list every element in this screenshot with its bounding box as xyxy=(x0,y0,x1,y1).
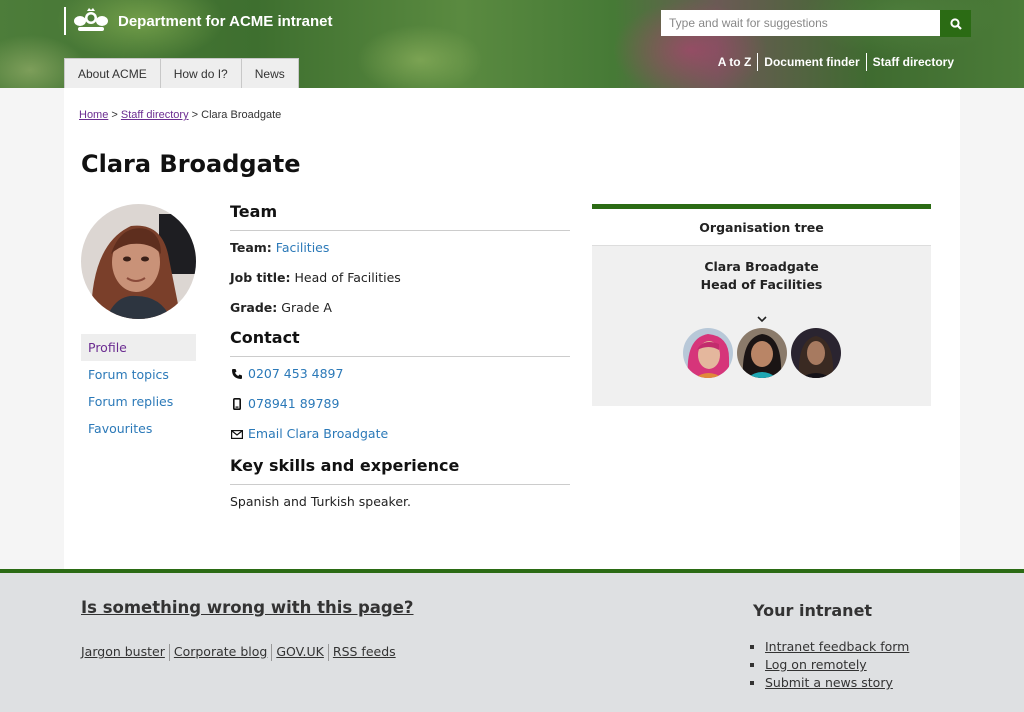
contact-heading: Contact xyxy=(230,328,570,357)
profile-details: Team Team: Facilities Job title: Head of… xyxy=(230,202,570,509)
log-on-remotely-link[interactable]: Log on remotely xyxy=(765,657,867,672)
page-title: Clara Broadgate xyxy=(81,150,301,178)
site-header: Department for ACME intranet About ACME … xyxy=(0,0,1024,88)
sidenav-forum-topics[interactable]: Forum topics xyxy=(81,361,196,388)
job-title-label: Job title: xyxy=(230,270,291,285)
avatar xyxy=(81,204,196,319)
profile-sidenav: Profile Forum topics Forum replies Favou… xyxy=(81,334,196,442)
email-link[interactable]: Email Clara Broadgate xyxy=(248,426,388,442)
grade-label: Grade: xyxy=(230,300,278,315)
sidenav-favourites[interactable]: Favourites xyxy=(81,415,196,442)
crest-icon xyxy=(74,8,108,31)
mobile-row: 078941 89789 xyxy=(230,396,570,426)
search-button[interactable] xyxy=(940,10,971,37)
chevron-down-icon[interactable] xyxy=(592,308,931,323)
staff-directory-link[interactable]: Staff directory xyxy=(867,53,960,71)
site-title: Department for ACME intranet xyxy=(118,12,333,30)
jargon-buster-link[interactable]: Jargon buster xyxy=(81,643,169,661)
list-item: Log on remotely xyxy=(765,656,909,674)
direct-report-avatar[interactable] xyxy=(736,328,787,378)
direct-reports xyxy=(592,328,931,378)
tab-about-acme[interactable]: About ACME xyxy=(64,58,161,88)
team-link[interactable]: Facilities xyxy=(276,240,330,255)
org-tree-person-title: Head of Facilities xyxy=(700,277,823,292)
report-problem-link[interactable]: Is something wrong with this page? xyxy=(81,598,414,617)
submit-news-story-link[interactable]: Submit a news story xyxy=(765,675,893,690)
email-row: Email Clara Broadgate xyxy=(230,426,570,456)
document-finder-link[interactable]: Document finder xyxy=(758,53,865,71)
search-input[interactable] xyxy=(661,10,940,36)
search-bar xyxy=(661,10,971,37)
breadcrumb-current: Clara Broadgate xyxy=(201,109,282,121)
breadcrumb: Home > Staff directory > Clara Broadgate xyxy=(79,109,281,121)
footer-links: Jargon buster Corporate blog GOV.UK RSS … xyxy=(81,643,400,661)
sidenav-forum-replies[interactable]: Forum replies xyxy=(81,388,196,415)
job-title-row: Job title: Head of Facilities xyxy=(230,270,570,300)
breadcrumb-separator: > xyxy=(111,109,118,121)
site-logo[interactable]: Department for ACME intranet xyxy=(64,6,332,36)
team-label: Team: xyxy=(230,240,272,255)
tab-news[interactable]: News xyxy=(241,58,299,88)
breadcrumb-separator: > xyxy=(191,109,199,121)
direct-report-avatar[interactable] xyxy=(790,328,841,378)
rss-feeds-link[interactable]: RSS feeds xyxy=(329,643,400,661)
breadcrumb-staff-directory[interactable]: Staff directory xyxy=(121,109,189,121)
mobile-icon xyxy=(230,396,244,412)
your-intranet-heading: Your intranet xyxy=(753,601,873,620)
skills-text: Spanish and Turkish speaker. xyxy=(230,494,411,509)
mobile-link[interactable]: 078941 89789 xyxy=(248,396,339,412)
sidenav-profile[interactable]: Profile xyxy=(81,334,196,361)
org-tree-title: Organisation tree xyxy=(592,209,931,246)
grade-row: Grade: Grade A xyxy=(230,300,570,328)
team-row: Team: Facilities xyxy=(230,240,570,270)
breadcrumb-home[interactable]: Home xyxy=(79,109,108,121)
utility-links: A to Z Document finder Staff directory xyxy=(712,53,960,71)
phone-icon xyxy=(230,366,244,382)
your-intranet-list: Intranet feedback form Log on remotely S… xyxy=(765,638,909,692)
list-item: Submit a news story xyxy=(765,674,909,692)
logo-divider xyxy=(64,7,66,35)
main-nav: About ACME How do I? News xyxy=(64,58,299,88)
phone-link[interactable]: 0207 453 4897 xyxy=(248,366,343,382)
org-tree-person: Clara Broadgate Head of Facilities xyxy=(592,258,931,294)
a-to-z-link[interactable]: A to Z xyxy=(712,53,758,71)
envelope-icon xyxy=(230,426,244,442)
profile-photo xyxy=(81,204,196,319)
gov-uk-link[interactable]: GOV.UK xyxy=(272,643,328,661)
list-item: Intranet feedback form xyxy=(765,638,909,656)
phone-row: 0207 453 4897 xyxy=(230,366,570,396)
corporate-blog-link[interactable]: Corporate blog xyxy=(170,643,271,661)
grade-value: Grade A xyxy=(281,300,332,315)
org-tree-person-name: Clara Broadgate xyxy=(704,259,819,274)
feedback-form-link[interactable]: Intranet feedback form xyxy=(765,639,909,654)
skills-heading: Key skills and experience xyxy=(230,456,570,485)
site-footer: Is something wrong with this page? Jargo… xyxy=(0,569,1024,712)
team-heading: Team xyxy=(230,202,570,231)
job-title-value: Head of Facilities xyxy=(294,270,401,285)
search-icon xyxy=(949,17,962,30)
main-content: Home > Staff directory > Clara Broadgate… xyxy=(64,88,960,569)
direct-report-avatar[interactable] xyxy=(682,328,733,378)
tab-how-do-i[interactable]: How do I? xyxy=(160,58,242,88)
org-tree-panel: Organisation tree Clara Broadgate Head o… xyxy=(592,204,931,406)
